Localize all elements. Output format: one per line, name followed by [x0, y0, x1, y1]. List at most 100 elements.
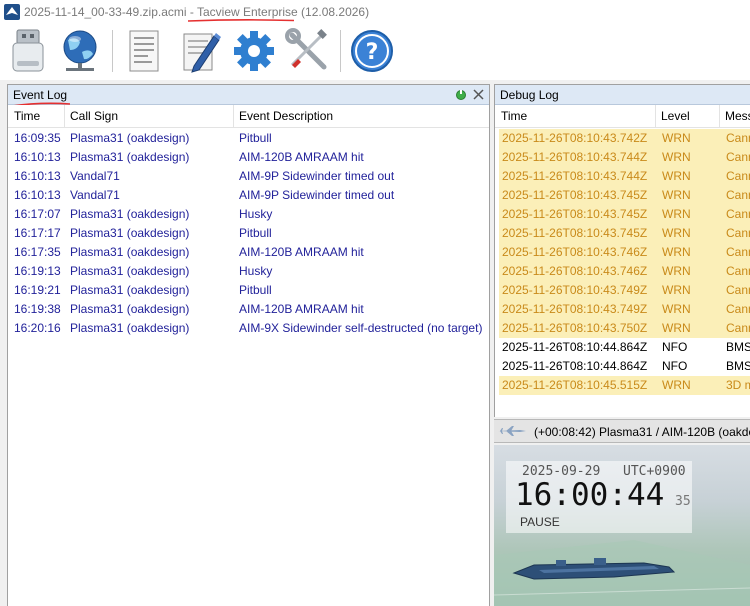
- table-row[interactable]: 2025-11-26T08:10:43.746Z WRN Cann: [499, 262, 750, 281]
- document-button[interactable]: [120, 26, 168, 76]
- help-button[interactable]: ?: [348, 26, 396, 76]
- event-call-sign: Vandal71: [70, 169, 120, 183]
- toolbar-separator: [112, 30, 113, 72]
- usb-drive-icon: [12, 29, 44, 72]
- pencil-notepad-icon: [183, 33, 221, 73]
- table-row[interactable]: 16:19:38 Plasma31 (oakdesign) AIM-120B AMR…: [8, 300, 489, 319]
- table-row[interactable]: 16:17:35 Plasma31 (oakdesign) AIM-120B AMR…: [8, 243, 489, 262]
- title-underline-mark: [188, 19, 294, 22]
- log-message: 3D m: [726, 378, 750, 392]
- globe-network-icon: [63, 30, 97, 71]
- aircraft-icon: [498, 426, 526, 436]
- svg-text:?: ?: [366, 40, 379, 65]
- event-time: 16:19:21: [14, 283, 61, 297]
- column-divider[interactable]: [64, 105, 65, 127]
- log-level: WRN: [662, 283, 691, 297]
- event-log-header: Event Log: [8, 85, 489, 107]
- table-row[interactable]: 2025-11-26T08:10:45.515Z WRN 3D m: [499, 376, 750, 395]
- log-time: 2025-11-26T08:10:43.744Z: [502, 150, 648, 164]
- table-row[interactable]: 16:19:13 Plasma31 (oakdesign) Husky: [8, 262, 489, 281]
- event-time: 16:10:13: [14, 169, 61, 183]
- settings-button[interactable]: [230, 26, 278, 76]
- table-row[interactable]: 16:20:16 Plasma31 (oakdesign) AIM-9X Sidew…: [8, 319, 489, 338]
- table-row[interactable]: 2025-11-26T08:10:44.864Z NFO BMS: [499, 357, 750, 376]
- table-row[interactable]: 2025-11-26T08:10:43.745Z WRN Cann: [499, 205, 750, 224]
- log-level: WRN: [662, 131, 691, 145]
- debug-log-panel: Debug Log Time Level Mess 2025-11-26T08:…: [494, 84, 750, 417]
- col-event-description[interactable]: Event Description: [239, 109, 333, 123]
- document-icon: [129, 30, 159, 72]
- table-row[interactable]: 2025-11-26T08:10:43.746Z WRN Cann: [499, 243, 750, 262]
- table-row[interactable]: 16:10:13 Plasma31 (oakdesign) AIM-120B AMR…: [8, 148, 489, 167]
- selected-object-bar[interactable]: (+00:08:42) Plasma31 / AIM-120B (oakdesi…: [494, 419, 750, 443]
- col-time[interactable]: Time: [501, 109, 527, 123]
- log-time: 2025-11-26T08:10:43.742Z: [502, 131, 648, 145]
- 3d-view[interactable]: 2025-09-29 UTC+0900 16:00:44 35 PAUSE: [494, 445, 750, 606]
- log-level: WRN: [662, 302, 691, 316]
- log-message: Cann: [726, 226, 750, 240]
- event-description: AIM-9P Sidewinder timed out: [239, 188, 395, 202]
- event-call-sign: Plasma31 (oakdesign): [70, 226, 190, 240]
- table-row[interactable]: 2025-11-26T08:10:43.749Z WRN Cann: [499, 300, 750, 319]
- table-row[interactable]: 2025-11-26T08:10:43.745Z WRN Cann: [499, 224, 750, 243]
- table-row[interactable]: 2025-11-26T08:10:43.742Z WRN Cann: [499, 129, 750, 148]
- title-bar: 2025-11-14_00-33-49.zip.acmi - Tacview E…: [0, 0, 750, 24]
- log-message: Cann: [726, 207, 750, 221]
- pin-icon[interactable]: [455, 89, 467, 101]
- tools-button[interactable]: [284, 26, 332, 76]
- wrench-screwdriver-icon: [285, 28, 327, 70]
- usb-drive-button[interactable]: [4, 26, 52, 76]
- selected-object-label: (+00:08:42) Plasma31 / AIM-120B (oakdesi…: [534, 425, 750, 439]
- table-row[interactable]: 2025-11-26T08:10:43.750Z WRN Cann: [499, 319, 750, 338]
- table-row[interactable]: 16:17:17 Plasma31 (oakdesign) Pitbull: [8, 224, 489, 243]
- log-level: WRN: [662, 188, 691, 202]
- table-row[interactable]: 2025-11-26T08:10:43.745Z WRN Cann: [499, 186, 750, 205]
- log-message: BMS: [726, 359, 750, 373]
- log-time: 2025-11-26T08:10:43.745Z: [502, 226, 648, 240]
- log-time: 2025-11-26T08:10:43.750Z: [502, 321, 648, 335]
- edit-button[interactable]: [176, 26, 224, 76]
- event-log-title: Event Log: [13, 88, 68, 102]
- table-row[interactable]: 16:10:13 Vandal71 AIM-9P Sidewinder timed …: [8, 186, 489, 205]
- tacview-app-icon[interactable]: [4, 4, 20, 20]
- main-toolbar: ?: [0, 24, 750, 80]
- event-time: 16:10:13: [14, 188, 61, 202]
- event-description: Pitbull: [239, 226, 272, 240]
- event-log-panel: Event Log Time Call Sign Event Descripti…: [7, 84, 490, 606]
- log-message: Cann: [726, 302, 750, 316]
- col-level[interactable]: Level: [661, 109, 690, 123]
- event-time: 16:10:13: [14, 150, 61, 164]
- column-divider[interactable]: [655, 105, 656, 127]
- event-call-sign: Plasma31 (oakdesign): [70, 321, 190, 335]
- event-description: Husky: [239, 264, 273, 278]
- log-level: WRN: [662, 378, 691, 392]
- event-description: AIM-9P Sidewinder timed out: [239, 169, 395, 183]
- column-divider[interactable]: [233, 105, 234, 127]
- event-description: Husky: [239, 207, 273, 221]
- clock-time: 16:00:44: [515, 477, 665, 513]
- table-row[interactable]: 16:10:13 Vandal71 AIM-9P Sidewinder timed …: [8, 167, 489, 186]
- event-description: AIM-120B AMRAAM hit: [239, 245, 364, 259]
- event-description: Pitbull: [239, 131, 272, 145]
- log-time: 2025-11-26T08:10:45.515Z: [502, 378, 648, 392]
- column-divider[interactable]: [719, 105, 720, 127]
- table-row[interactable]: 16:19:21 Plasma31 (oakdesign) Pitbull: [8, 281, 489, 300]
- col-call-sign[interactable]: Call Sign: [70, 109, 118, 123]
- table-row[interactable]: 16:09:35 Plasma31 (oakdesign) Pitbull: [8, 129, 489, 148]
- log-level: WRN: [662, 321, 691, 335]
- table-row[interactable]: 16:17:07 Plasma31 (oakdesign) Husky: [8, 205, 489, 224]
- col-message[interactable]: Mess: [725, 109, 750, 123]
- col-time[interactable]: Time: [14, 109, 40, 123]
- table-row[interactable]: 2025-11-26T08:10:43.749Z WRN Cann: [499, 281, 750, 300]
- log-time: 2025-11-26T08:10:44.864Z: [502, 359, 648, 373]
- table-row[interactable]: 2025-11-26T08:10:43.744Z WRN Cann: [499, 167, 750, 186]
- log-level: WRN: [662, 150, 691, 164]
- log-message: Cann: [726, 188, 750, 202]
- table-row[interactable]: 2025-11-26T08:10:44.864Z NFO BMS: [499, 338, 750, 357]
- log-time: 2025-11-26T08:10:43.746Z: [502, 264, 648, 278]
- network-globe-button[interactable]: [56, 26, 104, 76]
- table-row[interactable]: 2025-11-26T08:10:43.744Z WRN Cann: [499, 148, 750, 167]
- log-level: NFO: [662, 340, 688, 354]
- event-call-sign: Plasma31 (oakdesign): [70, 283, 190, 297]
- close-icon[interactable]: [473, 89, 484, 100]
